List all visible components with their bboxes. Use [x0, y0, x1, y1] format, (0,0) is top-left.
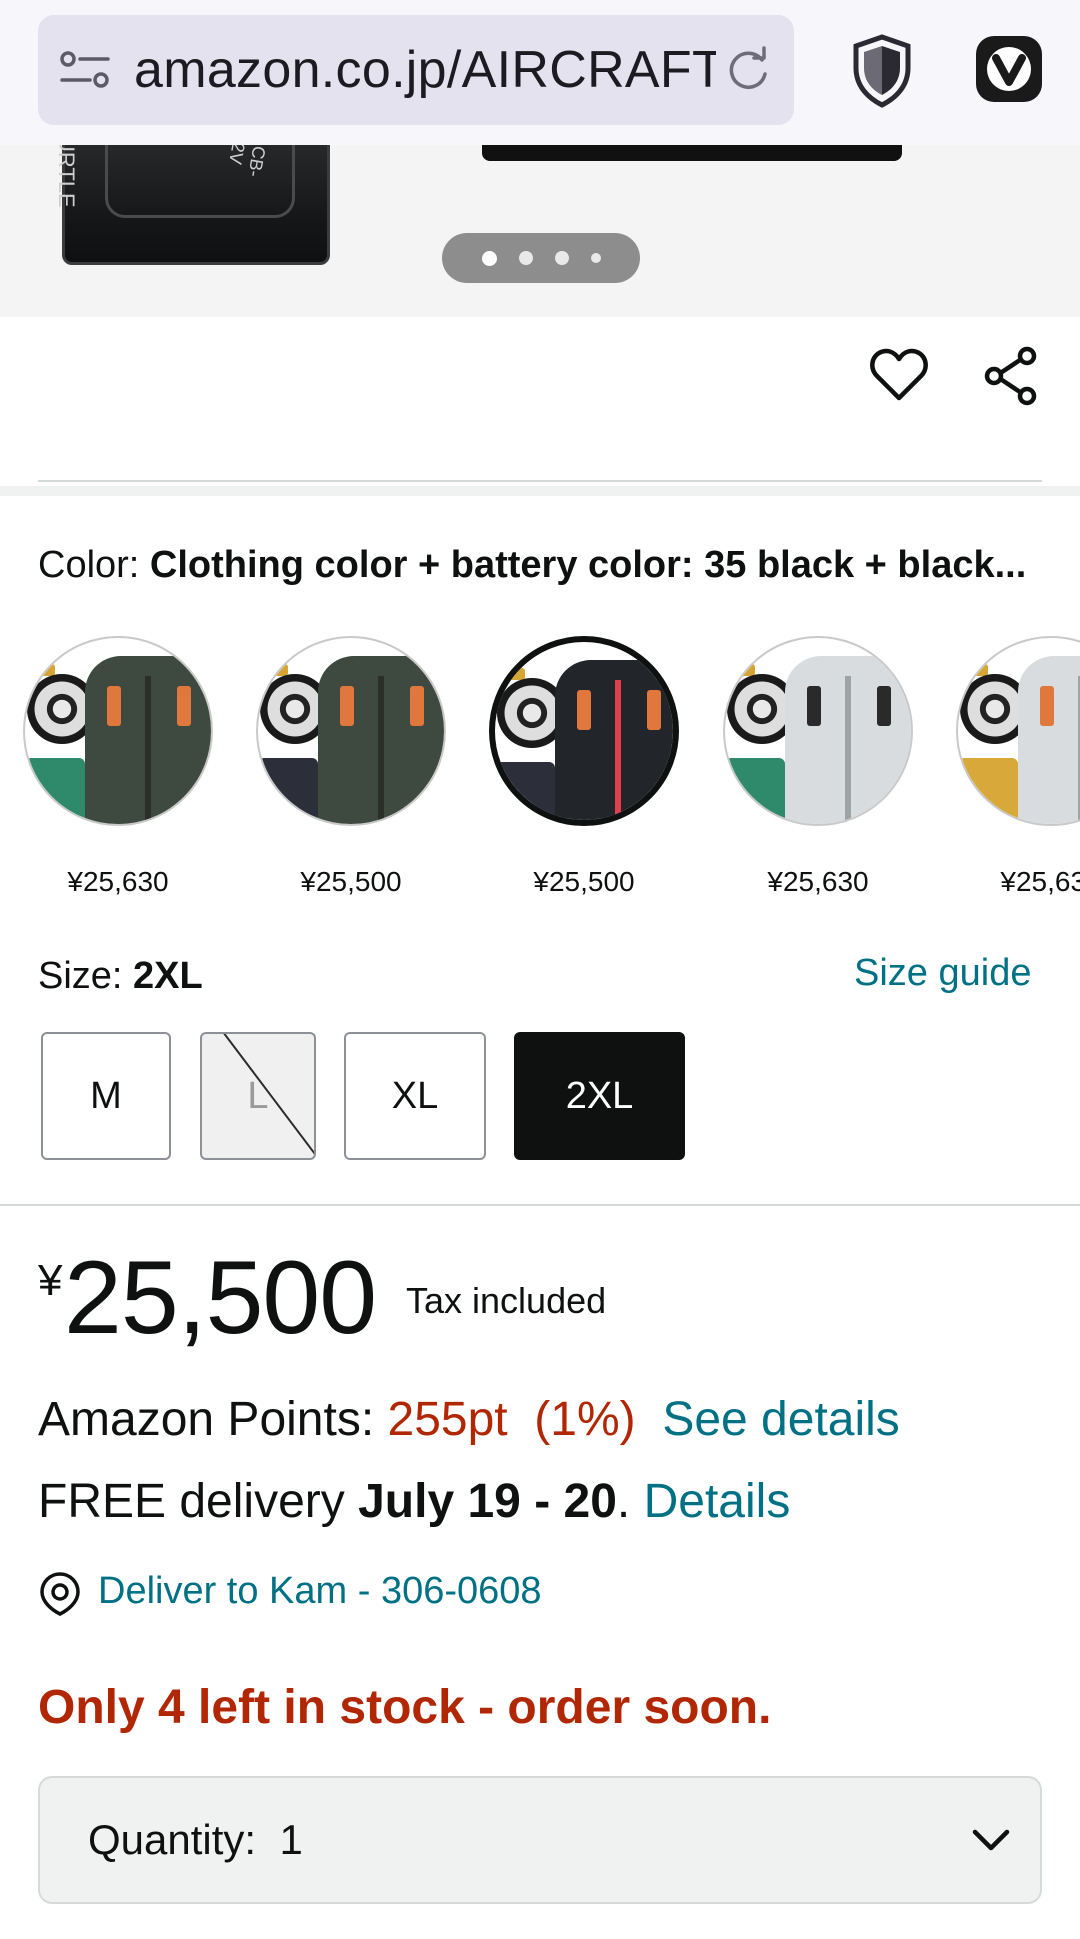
heart-icon[interactable]: [870, 348, 928, 402]
browser-toolbar: amazon.co.jp/AIRCRAFT: [0, 0, 1080, 145]
color-swatch[interactable]: ¥25,630: [720, 636, 916, 898]
shield-icon[interactable]: [852, 34, 912, 108]
size-option-xl[interactable]: XL: [344, 1032, 486, 1160]
quantity-value: 1: [279, 1816, 303, 1863]
color-swatch[interactable]: ¥25,630: [953, 636, 1080, 898]
delivery-details-link[interactable]: Details: [644, 1475, 791, 1528]
size-option-label: M: [90, 1074, 122, 1117]
swatch-price: ¥25,630: [1000, 866, 1080, 897]
battery-image: URTLE LCB-22V: [54, 145, 330, 265]
size-option-l-unavailable[interactable]: L: [200, 1032, 316, 1160]
reload-icon[interactable]: [724, 46, 772, 94]
delivery-dates: July 19 - 20: [358, 1475, 617, 1528]
delivery-prefix: FREE delivery: [38, 1475, 359, 1528]
stock-status: Only 4 left in stock - order soon.: [38, 1681, 772, 1734]
vivaldi-icon[interactable]: [974, 34, 1044, 104]
points-label: Amazon Points:: [38, 1393, 388, 1446]
tax-note: Tax included: [406, 1280, 607, 1321]
price-currency: ¥: [38, 1256, 63, 1305]
size-option-2xl-selected[interactable]: 2XL: [514, 1032, 685, 1160]
unavailable-strike: [223, 1034, 314, 1158]
carousel-dot[interactable]: [518, 251, 533, 265]
color-swatch[interactable]: ¥25,630: [20, 636, 216, 898]
quantity-label: Quantity: 1: [88, 1816, 303, 1863]
size-option-label: XL: [391, 1074, 439, 1117]
points-details-link[interactable]: See details: [662, 1393, 900, 1446]
color-selection-label: Color: Clothing color + battery color: 3…: [38, 544, 1026, 587]
swatch-price: ¥25,630: [67, 866, 169, 897]
carousel-dot[interactable]: [554, 251, 569, 265]
size-label-prefix: Size:: [38, 955, 134, 997]
swatch-price: ¥25,500: [533, 866, 635, 897]
size-selection-label: Size: 2XL: [38, 955, 203, 998]
carousel-indicator[interactable]: [442, 233, 640, 283]
color-swatch[interactable]: ¥25,500: [253, 636, 449, 898]
points-percent: (1%): [534, 1393, 636, 1446]
chevron-down-icon[interactable]: [970, 1824, 1012, 1856]
quantity-select[interactable]: Quantity: 1: [38, 1776, 1042, 1904]
color-selected-value: Clothing color + battery color: 35 black…: [149, 544, 1027, 586]
carousel-dot[interactable]: [590, 253, 601, 263]
section-divider: [0, 1204, 1080, 1206]
size-selected-value: 2XL: [133, 955, 203, 997]
color-swatch-list: ¥25,630 ¥25,500 ¥25,500 ¥25,630 ¥25,63: [0, 636, 1080, 906]
swatch-image[interactable]: [723, 636, 913, 826]
swatch-price: ¥25,630: [767, 866, 869, 897]
color-label-prefix: Color:: [38, 544, 150, 586]
deliver-to-link[interactable]: Deliver to Kam - 306-0608: [98, 1570, 542, 1613]
swatch-price: ¥25,500: [300, 866, 402, 897]
color-swatch-selected[interactable]: ¥25,500: [486, 636, 682, 898]
size-guide-link[interactable]: Size guide: [854, 952, 1031, 995]
delivery-suffix: .: [616, 1475, 644, 1528]
points-value: 255pt: [387, 1393, 508, 1446]
section-divider: [0, 486, 1080, 496]
swatch-image[interactable]: [489, 636, 679, 826]
url-text[interactable]: amazon.co.jp/AIRCRAFT: [134, 40, 716, 100]
price-amount: 25,500: [64, 1240, 377, 1356]
swatch-image[interactable]: [256, 636, 446, 826]
size-option-label: 2XL: [565, 1074, 634, 1117]
delivery-info: FREE delivery July 19 - 20. Details: [38, 1474, 790, 1529]
divider: [38, 480, 1042, 482]
size-option-m[interactable]: M: [41, 1032, 171, 1160]
share-icon[interactable]: [984, 346, 1038, 406]
swatch-image[interactable]: [956, 636, 1080, 826]
carousel-dot[interactable]: [481, 250, 497, 266]
amazon-points: Amazon Points: 255pt (1%) See details: [38, 1392, 900, 1447]
jacket-image: [482, 145, 902, 161]
swatch-image[interactable]: [23, 636, 213, 826]
battery-brand-text: URTLE: [54, 145, 79, 208]
address-bar[interactable]: amazon.co.jp/AIRCRAFT: [38, 15, 794, 125]
site-settings-icon[interactable]: [60, 50, 110, 90]
product-image-carousel[interactable]: URTLE LCB-22V: [0, 145, 1080, 317]
location-icon[interactable]: [38, 1572, 82, 1616]
